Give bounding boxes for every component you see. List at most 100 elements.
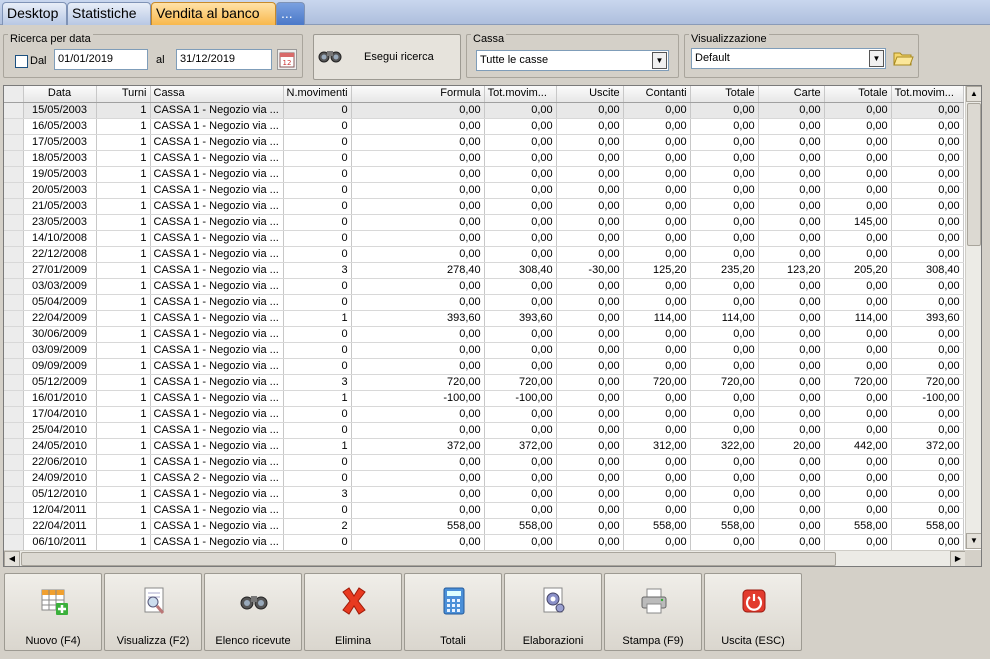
row-indicator[interactable] xyxy=(4,470,24,487)
tab-desktop[interactable]: Desktop xyxy=(2,2,67,25)
table-row[interactable]: 25/04/2010 1 CASSA 1 - Negozio via ... 0 0,0… xyxy=(4,422,964,439)
table-row[interactable]: 05/12/2009 1 CASSA 1 - Negozio via ... 3 720… xyxy=(4,374,964,391)
row-indicator[interactable] xyxy=(4,150,24,167)
open-folder-button[interactable] xyxy=(892,47,914,69)
table-row[interactable]: 17/04/2010 1 CASSA 1 - Negozio via ... 0 0,0… xyxy=(4,406,964,423)
table-row[interactable]: 16/01/2010 1 CASSA 1 - Negozio via ... 1 -10… xyxy=(4,390,964,407)
uscita-button[interactable]: Uscita (ESC) xyxy=(704,573,802,651)
table-row[interactable]: 06/10/2011 1 CASSA 1 - Negozio via ... 0 0,0… xyxy=(4,534,964,551)
vertical-scrollbar[interactable]: ▲ ▼ xyxy=(965,86,981,549)
column-header[interactable]: Data xyxy=(23,86,97,103)
esegui-ricerca-button[interactable]: Esegui ricerca xyxy=(313,34,461,80)
row-indicator[interactable] xyxy=(4,118,24,135)
table-row[interactable]: 05/04/2009 1 CASSA 1 - Negozio via ... 0 0,0… xyxy=(4,294,964,311)
column-header[interactable]: N.movimenti xyxy=(283,86,352,103)
totali-button[interactable]: Totali xyxy=(404,573,502,651)
tab-vendita-al-banco[interactable]: Vendita al banco xyxy=(151,2,276,25)
row-indicator[interactable] xyxy=(4,198,24,215)
stampa-button[interactable]: Stampa (F9) xyxy=(604,573,702,651)
table-row[interactable]: 27/01/2009 1 CASSA 1 - Negozio via ... 3 278… xyxy=(4,262,964,279)
row-indicator[interactable] xyxy=(4,262,24,279)
chevron-down-icon[interactable]: ▼ xyxy=(869,50,884,67)
column-header[interactable]: Uscite xyxy=(556,86,624,103)
row-indicator[interactable] xyxy=(4,102,24,119)
nuovo-button[interactable]: Nuovo (F4) xyxy=(4,573,102,651)
table-row[interactable]: 24/09/2010 1 CASSA 2 - Negozio via ... 0 0,0… xyxy=(4,470,964,487)
cassa-select[interactable]: Tutte le casse ▼ xyxy=(476,50,669,71)
column-header[interactable]: Carte xyxy=(758,86,825,103)
table-row[interactable]: 18/05/2003 1 CASSA 1 - Negozio via ... 0 0,0… xyxy=(4,150,964,167)
table-row[interactable]: 17/05/2003 1 CASSA 1 - Negozio via ... 0 0,0… xyxy=(4,134,964,151)
table-row[interactable]: 03/03/2009 1 CASSA 1 - Negozio via ... 0 0,0… xyxy=(4,278,964,295)
scroll-down-icon[interactable]: ▼ xyxy=(966,533,981,549)
table-row[interactable]: 12/04/2011 1 CASSA 1 - Negozio via ... 0 0,0… xyxy=(4,502,964,519)
visualizzazione-select[interactable]: Default ▼ xyxy=(691,48,886,69)
scroll-right-icon[interactable]: ▶ xyxy=(950,551,966,566)
elaborazioni-button[interactable]: Elaborazioni xyxy=(504,573,602,651)
column-header[interactable]: Tot.movim... xyxy=(891,86,964,103)
column-header[interactable]: Totale xyxy=(690,86,759,103)
column-header[interactable]: Contanti xyxy=(623,86,691,103)
chevron-down-icon[interactable]: ▼ xyxy=(652,52,667,69)
row-indicator[interactable] xyxy=(4,214,24,231)
tab-statistiche[interactable]: Statistiche xyxy=(67,2,151,25)
row-indicator[interactable] xyxy=(4,310,24,327)
table-cell: 1 xyxy=(96,326,151,343)
horizontal-scrollbar[interactable]: ◀ ▶ xyxy=(4,550,966,566)
table-row[interactable]: 23/05/2003 1 CASSA 1 - Negozio via ... 0 0,0… xyxy=(4,214,964,231)
elenco-ricevute-button[interactable]: Elenco ricevute xyxy=(204,573,302,651)
row-indicator[interactable] xyxy=(4,406,24,423)
row-indicator[interactable] xyxy=(4,390,24,407)
table-cell: 0 xyxy=(283,326,352,343)
row-indicator[interactable] xyxy=(4,230,24,247)
table-row[interactable]: 21/05/2003 1 CASSA 1 - Negozio via ... 0 0,0… xyxy=(4,198,964,215)
elimina-button[interactable]: Elimina xyxy=(304,573,402,651)
tab-more[interactable]: ... xyxy=(276,2,305,25)
table-row[interactable]: 19/05/2003 1 CASSA 1 - Negozio via ... 0 0,0… xyxy=(4,166,964,183)
scroll-left-icon[interactable]: ◀ xyxy=(4,551,20,566)
table-row[interactable]: 05/12/2010 1 CASSA 1 - Negozio via ... 3 0,0… xyxy=(4,486,964,503)
scroll-up-icon[interactable]: ▲ xyxy=(966,86,981,102)
row-indicator[interactable] xyxy=(4,534,24,551)
row-indicator[interactable] xyxy=(4,134,24,151)
table-row[interactable]: 22/12/2008 1 CASSA 1 - Negozio via ... 0 0,0… xyxy=(4,246,964,263)
table-row[interactable]: 20/05/2003 1 CASSA 1 - Negozio via ... 0 0,0… xyxy=(4,182,964,199)
visualizza-button[interactable]: Visualizza (F2) xyxy=(104,573,202,651)
table-row[interactable]: 14/10/2008 1 CASSA 1 - Negozio via ... 0 0,0… xyxy=(4,230,964,247)
column-header[interactable]: Cassa xyxy=(150,86,284,103)
row-indicator[interactable] xyxy=(4,326,24,343)
row-indicator[interactable] xyxy=(4,246,24,263)
table-row[interactable]: 22/04/2009 1 CASSA 1 - Negozio via ... 1 393… xyxy=(4,310,964,327)
row-indicator[interactable] xyxy=(4,502,24,519)
row-indicator[interactable] xyxy=(4,166,24,183)
to-date-input[interactable]: 31/12/2019 xyxy=(176,49,272,70)
row-indicator[interactable] xyxy=(4,486,24,503)
table-row[interactable]: 15/05/2003 1 CASSA 1 - Negozio via ... 0 0,0… xyxy=(4,102,964,119)
column-header[interactable]: Turni xyxy=(96,86,151,103)
from-date-input[interactable]: 01/01/2019 xyxy=(54,49,148,70)
row-indicator[interactable] xyxy=(4,518,24,535)
table-row[interactable]: 16/05/2003 1 CASSA 1 - Negozio via ... 0 0,0… xyxy=(4,118,964,135)
dal-checkbox[interactable] xyxy=(15,55,28,68)
row-indicator[interactable] xyxy=(4,438,24,455)
table-row[interactable]: 24/05/2010 1 CASSA 1 - Negozio via ... 1 372… xyxy=(4,438,964,455)
row-indicator[interactable] xyxy=(4,454,24,471)
table-row[interactable]: 30/06/2009 1 CASSA 1 - Negozio via ... 0 0,0… xyxy=(4,326,964,343)
row-indicator[interactable] xyxy=(4,182,24,199)
row-indicator[interactable] xyxy=(4,358,24,375)
row-indicator[interactable] xyxy=(4,342,24,359)
table-row[interactable]: 09/09/2009 1 CASSA 1 - Negozio via ... 0 0,0… xyxy=(4,358,964,375)
column-header[interactable]: Totale xyxy=(824,86,892,103)
vertical-scroll-thumb[interactable] xyxy=(967,103,981,246)
calendar-button[interactable]: 12 xyxy=(277,49,297,70)
row-indicator[interactable] xyxy=(4,374,24,391)
table-row[interactable]: 03/09/2009 1 CASSA 1 - Negozio via ... 0 0,0… xyxy=(4,342,964,359)
table-row[interactable]: 22/04/2011 1 CASSA 1 - Negozio via ... 2 558… xyxy=(4,518,964,535)
row-indicator[interactable] xyxy=(4,294,24,311)
horizontal-scroll-thumb[interactable] xyxy=(21,552,836,566)
column-header[interactable]: Tot.movim... xyxy=(484,86,557,103)
table-row[interactable]: 22/06/2010 1 CASSA 1 - Negozio via ... 0 0,0… xyxy=(4,454,964,471)
row-indicator[interactable] xyxy=(4,422,24,439)
column-header[interactable]: Formula xyxy=(351,86,485,103)
row-indicator[interactable] xyxy=(4,278,24,295)
